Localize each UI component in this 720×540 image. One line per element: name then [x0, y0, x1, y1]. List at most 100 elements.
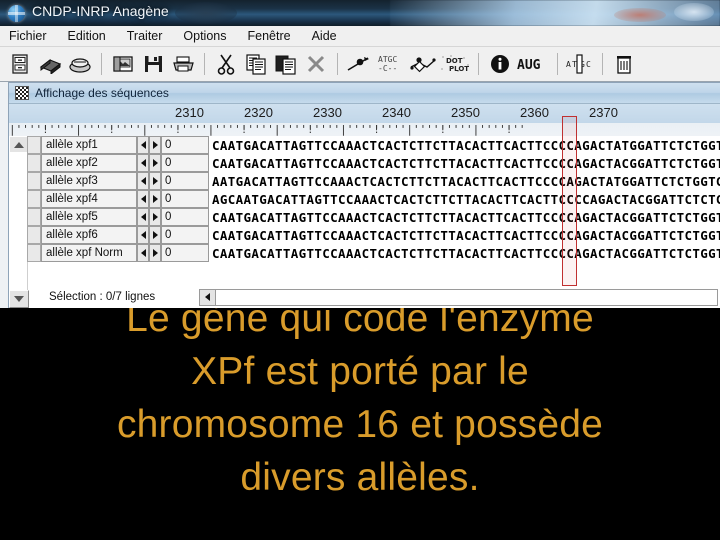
sequence-name[interactable]: allèle xpf2: [41, 154, 137, 172]
shift-right-button[interactable]: [149, 172, 161, 190]
sequence-offset-value[interactable]: 0: [161, 208, 209, 226]
sequence-row[interactable]: allèle xpf6 0 CAATGACATTAGTTCCAAACTCACTCTT…: [27, 226, 720, 244]
atgc-strand-icon[interactable]: A T G C: [564, 49, 596, 79]
scanner-icon[interactable]: [65, 49, 95, 79]
toolbar: ATGC -C-- DOT PLOT AUG A T C: [0, 47, 720, 82]
row-select-checkbox[interactable]: [27, 136, 41, 154]
sequence-name[interactable]: allèle xpf Norm: [41, 244, 137, 262]
shift-right-button[interactable]: [149, 244, 161, 262]
sequence-offset-value[interactable]: 0: [161, 190, 209, 208]
ruler-label-3: 2340: [382, 105, 411, 120]
sequence-bases[interactable]: AATGACATTAGTTCCAAACTCACTCTTCTTACACTTCACT…: [209, 172, 720, 190]
shift-left-button[interactable]: [137, 208, 149, 226]
book-icon[interactable]: [35, 49, 65, 79]
comparison-icon[interactable]: [408, 49, 438, 79]
shift-right-button[interactable]: [149, 154, 161, 172]
slide-caption: Le gène qui code l'enzyme XPf est porté …: [0, 292, 720, 540]
sequence-row[interactable]: allèle xpf3 0 AATGACATTAGTTCCAAACTCACTCTTC…: [27, 172, 720, 190]
copy-icon[interactable]: [241, 49, 271, 79]
shift-right-button[interactable]: [149, 226, 161, 244]
shift-right-button[interactable]: [149, 136, 161, 154]
shift-left-button[interactable]: [137, 244, 149, 262]
titlebar-glass-reflection: [390, 0, 720, 26]
globe-icon: [8, 5, 25, 22]
slide-caption-line-4: divers allèles.: [240, 456, 480, 499]
row-select-checkbox[interactable]: [27, 226, 41, 244]
print-icon[interactable]: [168, 49, 198, 79]
menu-edition[interactable]: Edition: [66, 28, 108, 44]
menu-fenetre[interactable]: Fenêtre: [246, 28, 293, 44]
menu-traiter[interactable]: Traiter: [125, 28, 165, 44]
sequence-offset-value[interactable]: 0: [161, 172, 209, 190]
sequence-bases[interactable]: CAATGACATTAGTTCCAAACTCACTCTTCTTACACTTCAC…: [209, 208, 720, 226]
menu-fichier[interactable]: Fichier: [7, 28, 49, 44]
vertical-scroll-track[interactable]: [9, 152, 27, 292]
shift-left-button[interactable]: [137, 136, 149, 154]
vertical-scrollbar[interactable]: [9, 136, 29, 308]
scroll-left-button[interactable]: [200, 289, 216, 305]
cut-scissors-icon[interactable]: [211, 49, 241, 79]
sequence-row[interactable]: allèle xpf Norm 0 CAATGACATTAGTTCCAAACTCAC…: [27, 244, 720, 262]
titlebar-reflection-blob-bright: [674, 3, 714, 21]
paste-clipboard-icon[interactable]: [271, 49, 301, 79]
shift-left-button[interactable]: [137, 190, 149, 208]
sequence-name[interactable]: allèle xpf5: [41, 208, 137, 226]
sequence-bases[interactable]: CAATGACATTAGTTCCAAACTCACTCTTCTTACACTTCAC…: [209, 154, 720, 172]
slide-caption-line-3: chromosome 16 et possède: [116, 403, 604, 446]
titlebar-reflection-blob-warm: [614, 8, 666, 22]
svg-text:AUG: AUG: [517, 58, 541, 73]
sequence-window-titlebar: Affichage des séquences: [9, 83, 720, 104]
dot-plot-icon[interactable]: DOT PLOT: [438, 49, 472, 79]
status-row-spacer: [9, 286, 27, 308]
shift-left-button[interactable]: [137, 226, 149, 244]
save-floppy-icon[interactable]: [138, 49, 168, 79]
ruler-label-4: 2350: [451, 105, 480, 120]
sequence-name[interactable]: allèle xpf1: [41, 136, 137, 154]
sequence-window-icon: [15, 86, 29, 100]
shift-left-button[interactable]: [137, 172, 149, 190]
row-select-checkbox[interactable]: [27, 172, 41, 190]
sequence-name[interactable]: allèle xpf6: [41, 226, 137, 244]
database-icon[interactable]: [5, 49, 35, 79]
open-folder-icon[interactable]: [108, 49, 138, 79]
aug-icon[interactable]: AUG: [515, 49, 551, 79]
sequence-row[interactable]: allèle xpf2 0 CAATGACATTAGTTCCAAACTCACTCTT…: [27, 154, 720, 172]
toolbar-separator: [337, 53, 338, 75]
pin-sequence-icon[interactable]: [344, 49, 374, 79]
sequence-row[interactable]: allèle xpf1 0 CAATGACATTAGTTCCAAACTCACTCTT…: [27, 136, 720, 154]
sequence-offset-value[interactable]: 0: [161, 136, 209, 154]
info-icon[interactable]: [485, 49, 515, 79]
sequence-offset-value[interactable]: 0: [161, 154, 209, 172]
shift-right-button[interactable]: [149, 208, 161, 226]
sequence-row[interactable]: allèle xpf4 0 AGCAATGACATTAGTTCCAAACTCACTC…: [27, 190, 720, 208]
sequence-name[interactable]: allèle xpf3: [41, 172, 137, 190]
sequence-offset-value[interactable]: 0: [161, 226, 209, 244]
position-ruler: 2310 2320 2330 2340 2350 2360 2370 |''''!''''|…: [9, 104, 720, 136]
ruler-label-2: 2330: [313, 105, 342, 120]
menu-options[interactable]: Options: [181, 28, 228, 44]
atgc-c-icon[interactable]: ATGC -C--: [374, 49, 408, 79]
ruler-label-1: 2320: [244, 105, 273, 120]
selection-status: Sélection : 0/7 lignes: [49, 291, 156, 303]
sequence-row[interactable]: allèle xpf5 0 CAATGACATTAGTTCCAAACTCACTCTT…: [27, 208, 720, 226]
sequence-bases[interactable]: CAATGACATTAGTTCCAAACTCACTCTTCTTACACTTCAC…: [209, 244, 720, 262]
row-select-checkbox[interactable]: [27, 190, 41, 208]
sequence-bases[interactable]: CAATGACATTAGTTCCAAACTCACTCTTCTTACACTTCAC…: [209, 136, 720, 154]
menu-aide[interactable]: Aide: [310, 28, 339, 44]
row-select-checkbox[interactable]: [27, 154, 41, 172]
toolbar-separator: [204, 53, 205, 75]
horizontal-scroll-thumb[interactable]: [216, 289, 717, 305]
trash-icon[interactable]: [609, 49, 639, 79]
sequence-bases[interactable]: CAATGACATTAGTTCCAAACTCACTCTTCTTACACTTCAC…: [209, 226, 720, 244]
row-select-checkbox[interactable]: [27, 208, 41, 226]
sequence-name[interactable]: allèle xpf4: [41, 190, 137, 208]
horizontal-scrollbar[interactable]: [199, 288, 718, 306]
delete-x-icon[interactable]: [301, 49, 331, 79]
svg-text:T: T: [572, 60, 577, 69]
row-select-checkbox[interactable]: [27, 244, 41, 262]
shift-left-button[interactable]: [137, 154, 149, 172]
sequence-offset-value[interactable]: 0: [161, 244, 209, 262]
sequence-view-body: 2310 2320 2330 2340 2350 2360 2370 |''''!''''|…: [9, 104, 720, 308]
sequence-bases[interactable]: AGCAATGACATTAGTTCCAAACTCACTCTTCTTACACTTC…: [209, 190, 720, 208]
shift-right-button[interactable]: [149, 190, 161, 208]
